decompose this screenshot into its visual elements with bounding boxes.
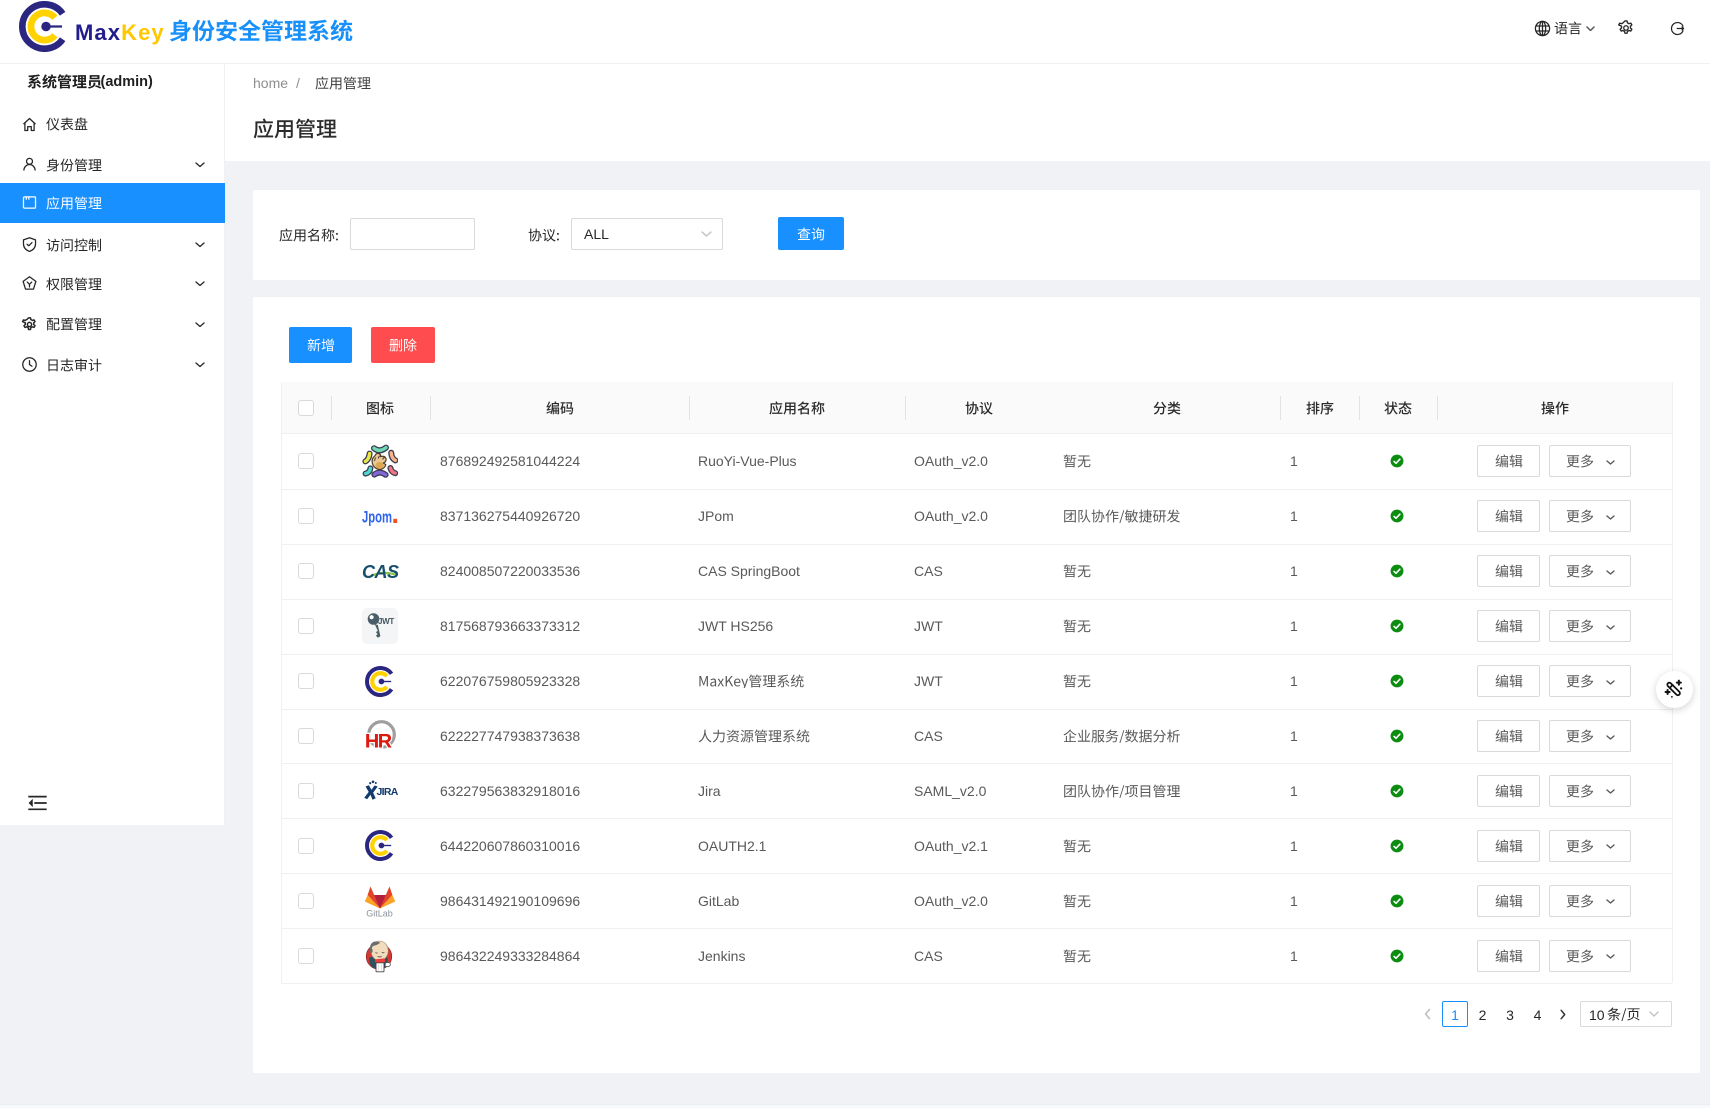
svg-text:CAS: CAS [362, 562, 399, 582]
svg-text:JIRA: JIRA [377, 786, 399, 798]
svg-text:GitLab: GitLab [366, 908, 393, 918]
svg-text:Jpom: Jpom [362, 508, 392, 527]
svg-text:HR: HR [365, 731, 392, 753]
svg-text:JWT: JWT [378, 617, 394, 626]
